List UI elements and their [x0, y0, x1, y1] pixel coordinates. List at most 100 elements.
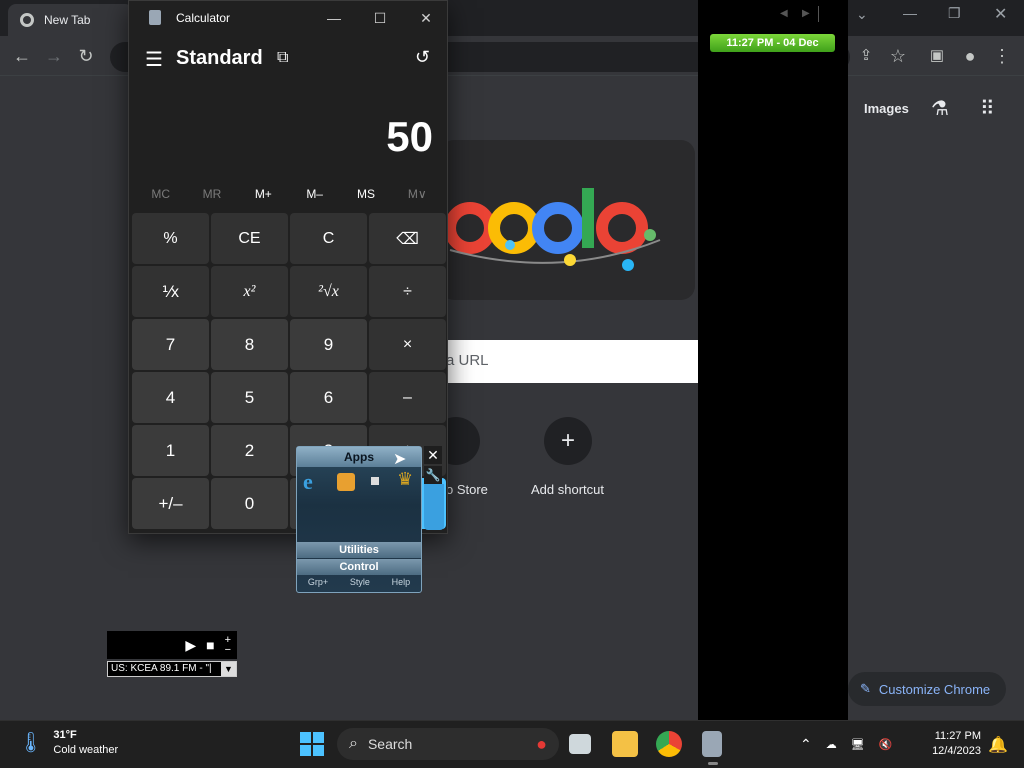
digit-0-button[interactable]: 0: [211, 478, 288, 529]
side-panel-icon[interactable]: ▣: [925, 44, 949, 68]
chevron-down-icon[interactable]: ▼: [221, 662, 236, 676]
digit-8-button[interactable]: 8: [211, 319, 288, 370]
tab-scroll-left-icon[interactable]: ◀: [780, 8, 788, 19]
restore-icon[interactable]: ❐: [948, 5, 961, 22]
digit-1-button[interactable]: 1: [132, 425, 209, 476]
hamburger-menu-icon[interactable]: ☰: [145, 47, 163, 72]
gadget-options-wrench-icon[interactable]: 🔧: [424, 466, 442, 484]
tab-new-tab[interactable]: New Tab: [8, 4, 133, 36]
clear-button[interactable]: C: [290, 213, 367, 264]
divide-button[interactable]: ÷: [369, 266, 446, 317]
chrome-taskbar-icon[interactable]: [656, 731, 682, 757]
weather-widget[interactable]: 🌡 31°F Cold weather: [18, 728, 118, 758]
share-icon[interactable]: ⇪: [854, 44, 878, 68]
digit-5-button[interactable]: 5: [211, 372, 288, 423]
customize-chrome-button[interactable]: ✎ Customize Chrome: [848, 672, 1006, 706]
taskbar-search[interactable]: ⌕ Search ●: [337, 728, 559, 760]
clock-gadget-text: 11:27 PM - 04 Dec: [726, 37, 819, 49]
close-icon[interactable]: ✕: [994, 4, 1007, 24]
utilities-section[interactable]: Utilities: [297, 542, 421, 558]
history-icon[interactable]: ↺: [415, 47, 430, 68]
calc-minimize-icon[interactable]: —: [311, 3, 357, 33]
calc-close-icon[interactable]: ✕: [403, 3, 449, 33]
multiply-button[interactable]: ×: [369, 319, 446, 370]
internet-explorer-icon[interactable]: e: [303, 469, 313, 495]
onedrive-icon[interactable]: ☁: [826, 738, 837, 751]
calculator-taskbar-icon[interactable]: [702, 731, 722, 757]
radio-controls: ▶ ■ + −: [107, 631, 237, 659]
tab-scroll-right-icon[interactable]: ▶: [802, 8, 810, 19]
station-select[interactable]: US: KCEA 89.1 FM - "| ▼: [107, 661, 237, 677]
memory-add-button[interactable]: M+: [238, 187, 289, 201]
help-link[interactable]: Help: [392, 577, 411, 587]
memory-recall-button[interactable]: MR: [186, 187, 237, 201]
reciprocal-button[interactable]: ⅟x: [132, 266, 209, 317]
play-icon[interactable]: ▶: [185, 637, 196, 654]
labs-flask-icon[interactable]: ⚗: [931, 96, 949, 121]
task-view-icon[interactable]: [569, 734, 591, 754]
calculator-title: Calculator: [176, 11, 231, 25]
volume-muted-icon[interactable]: 🔇: [879, 738, 893, 751]
tab-search-icon[interactable]: ⌄: [856, 6, 868, 23]
square-button[interactable]: x²: [211, 266, 288, 317]
menu-kebab-icon[interactable]: ⋮: [990, 44, 1014, 68]
windows-logo-icon: [300, 732, 311, 743]
start-button[interactable]: [300, 732, 324, 756]
digit-9-button[interactable]: 9: [290, 319, 367, 370]
digit-6-button[interactable]: 6: [290, 372, 367, 423]
clock-gadget[interactable]: 11:27 PM - 04 Dec: [710, 34, 835, 52]
group-add-link[interactable]: Grp+: [308, 577, 328, 587]
notification-bell-icon[interactable]: 🔔: [988, 735, 1008, 755]
keep-on-top-icon[interactable]: ⧉: [277, 49, 288, 67]
trophy-icon[interactable]: ♛: [397, 469, 413, 490]
thermometer-icon: 🌡: [18, 731, 44, 754]
taskbar-date: 12/4/2023: [932, 745, 981, 757]
stop-icon[interactable]: ■: [206, 637, 214, 653]
minimize-icon[interactable]: —: [903, 5, 917, 21]
media-player-icon[interactable]: [337, 473, 355, 491]
plus-icon: +: [560, 427, 575, 454]
pencil-icon: ✎: [860, 681, 871, 696]
volume-adjust-icon[interactable]: + −: [225, 635, 231, 656]
search-icon: ⌕: [349, 735, 358, 752]
apps-gadget-footer: Grp+ Style Help: [297, 577, 421, 587]
memory-clear-button[interactable]: MC: [135, 187, 186, 201]
style-link[interactable]: Style: [350, 577, 370, 587]
mouse-cursor-icon: ➤: [393, 451, 407, 468]
digit-2-button[interactable]: 2: [211, 425, 288, 476]
calculator-mode-title: Standard: [176, 47, 263, 69]
tab-title: New Tab: [44, 13, 91, 27]
clear-entry-button[interactable]: CE: [211, 213, 288, 264]
calc-maximize-icon[interactable]: ☐: [357, 3, 403, 33]
small-app-icon[interactable]: [371, 477, 379, 485]
bookmark-star-icon[interactable]: ☆: [886, 44, 910, 68]
digit-7-button[interactable]: 7: [132, 319, 209, 370]
reload-icon[interactable]: ↻: [74, 44, 98, 68]
gadget-drag-handle[interactable]: [424, 484, 444, 530]
images-link[interactable]: Images: [864, 101, 909, 116]
digit-4-button[interactable]: 4: [132, 372, 209, 423]
memory-store-button[interactable]: MS: [340, 187, 391, 201]
chevron-up-icon[interactable]: ⌃: [800, 736, 812, 753]
negate-button[interactable]: +/–: [132, 478, 209, 529]
subtract-button[interactable]: –: [369, 372, 446, 423]
memory-subtract-button[interactable]: M–: [289, 187, 340, 201]
network-icon[interactable]: 🖥: [851, 738, 865, 751]
percent-button[interactable]: %: [132, 213, 209, 264]
square-root-button[interactable]: ²√x: [290, 266, 367, 317]
add-shortcut-button[interactable]: +: [544, 417, 592, 465]
search-highlight-icon: ●: [536, 733, 547, 754]
taskbar-clock[interactable]: 11:27 PM 12/4/2023: [915, 729, 981, 759]
file-explorer-icon[interactable]: [612, 731, 638, 757]
apps-grid-icon[interactable]: ⠿: [980, 96, 995, 121]
radio-gadget: ▶ ■ + − US: KCEA 89.1 FM - "| ▼: [107, 631, 237, 679]
ntp-search-input[interactable]: a URL: [440, 340, 700, 383]
memory-list-button[interactable]: M∨: [392, 187, 443, 201]
google-doodle[interactable]: [440, 140, 695, 300]
forward-icon[interactable]: →: [42, 44, 66, 68]
back-icon[interactable]: ←: [10, 44, 34, 68]
gadget-close-icon[interactable]: ✕: [424, 446, 442, 464]
profile-icon[interactable]: ●: [958, 44, 982, 68]
control-section[interactable]: Control: [297, 559, 421, 575]
backspace-button[interactable]: ⌫: [369, 213, 446, 264]
